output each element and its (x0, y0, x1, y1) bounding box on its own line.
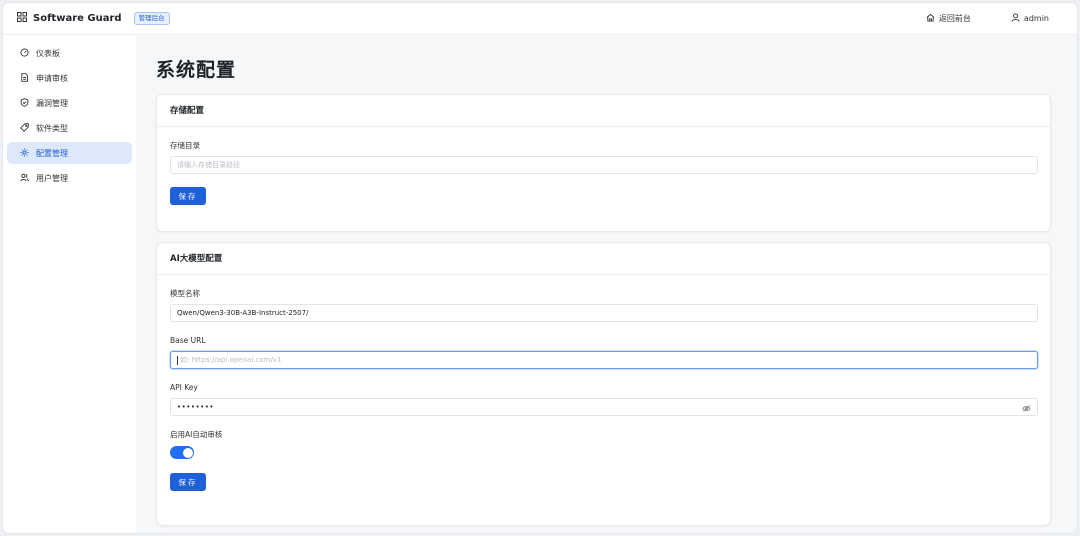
top-header: Software Guard 管理后台 返回前台 admin (3, 3, 1077, 35)
users-icon (20, 173, 29, 184)
api-key-label: API Key (170, 383, 198, 392)
storage-dir-placeholder: 请输入存储目录路径 (177, 161, 240, 169)
gauge-icon (20, 47, 29, 59)
api-key-input[interactable]: •••••••• (170, 398, 1038, 416)
page-title: 系统配置 (156, 59, 237, 81)
storage-config-card: 存储配置 存储目录 请输入存储目录路径 保存 (156, 94, 1051, 232)
admin-badge: 管理后台 (133, 12, 170, 25)
storage-save-button[interactable]: 保存 (170, 187, 206, 205)
model-name-input[interactable]: Qwen/Qwen3-30B-A3B-Instruct-2507/ (170, 304, 1038, 322)
sidebar-item-label: 申请审核 (36, 73, 68, 83)
back-link-label: 返回前台 (938, 14, 971, 23)
eye-off-icon[interactable] (1022, 403, 1031, 419)
sidebar-item-vulnerability[interactable]: 漏洞管理 (7, 92, 132, 114)
base-url-placeholder: 如: https://api.openai.com/v1 (180, 356, 282, 364)
shield-check-icon (20, 97, 29, 109)
back-to-frontend-link[interactable]: 返回前台 (926, 13, 971, 24)
storage-dir-input[interactable]: 请输入存储目录路径 (170, 156, 1038, 174)
sidebar-item-application-review[interactable]: 申请审核 (7, 67, 132, 89)
storage-card-heading: 存储配置 (157, 95, 1050, 127)
sidebar-item-label: 软件类型 (36, 123, 68, 133)
brand-name: Software Guard (33, 13, 122, 24)
sidebar-item-users[interactable]: 用户管理 (7, 167, 132, 189)
sidebar-item-label: 配置管理 (36, 148, 68, 158)
base-url-label: Base URL (170, 336, 206, 345)
storage-dir-label: 存储目录 (170, 141, 200, 150)
user-menu[interactable]: admin (1011, 13, 1049, 24)
model-name-value: Qwen/Qwen3-30B-A3B-Instruct-2507/ (177, 309, 309, 317)
sidebar-item-label: 漏洞管理 (36, 98, 68, 108)
gear-icon (20, 148, 29, 159)
model-name-label: 模型名称 (170, 289, 200, 298)
sidebar-item-dashboard[interactable]: 仪表板 (7, 42, 132, 64)
grid-icon (17, 12, 27, 25)
main-content: 系统配置 存储配置 存储目录 请输入存储目录路径 保存 AI大模型配置 模型名称… (136, 35, 1077, 533)
ai-config-card: AI大模型配置 模型名称 Qwen/Qwen3-30B-A3B-Instruct… (156, 242, 1051, 526)
document-icon (20, 72, 29, 84)
tag-icon (20, 122, 29, 134)
sidebar: 仪表板 申请审核 漏洞管理 软件类型 配置管理 用户管理 (3, 35, 136, 533)
sidebar-item-label: 用户管理 (36, 173, 68, 183)
home-icon (926, 13, 935, 24)
user-icon (1011, 13, 1020, 24)
sidebar-item-config[interactable]: 配置管理 (7, 142, 132, 164)
base-url-input[interactable]: 如: https://api.openai.com/v1 (170, 351, 1038, 369)
username: admin (1023, 14, 1049, 23)
ai-card-heading: AI大模型配置 (157, 243, 1050, 275)
ai-save-button[interactable]: 保存 (170, 473, 206, 491)
toggle-knob (182, 447, 193, 458)
app-window: Software Guard 管理后台 返回前台 admin 仪表板 申请审核 … (3, 3, 1077, 533)
sidebar-item-label: 仪表板 (36, 48, 60, 58)
auto-review-label: 启用AI自动审核 (170, 430, 223, 439)
sidebar-item-software-type[interactable]: 软件类型 (7, 117, 132, 139)
scrollbar[interactable] (1071, 35, 1077, 533)
api-key-value: •••••••• (177, 403, 215, 411)
auto-review-toggle[interactable] (170, 446, 194, 459)
brand[interactable]: Software Guard 管理后台 (17, 12, 170, 25)
text-caret (177, 355, 178, 365)
